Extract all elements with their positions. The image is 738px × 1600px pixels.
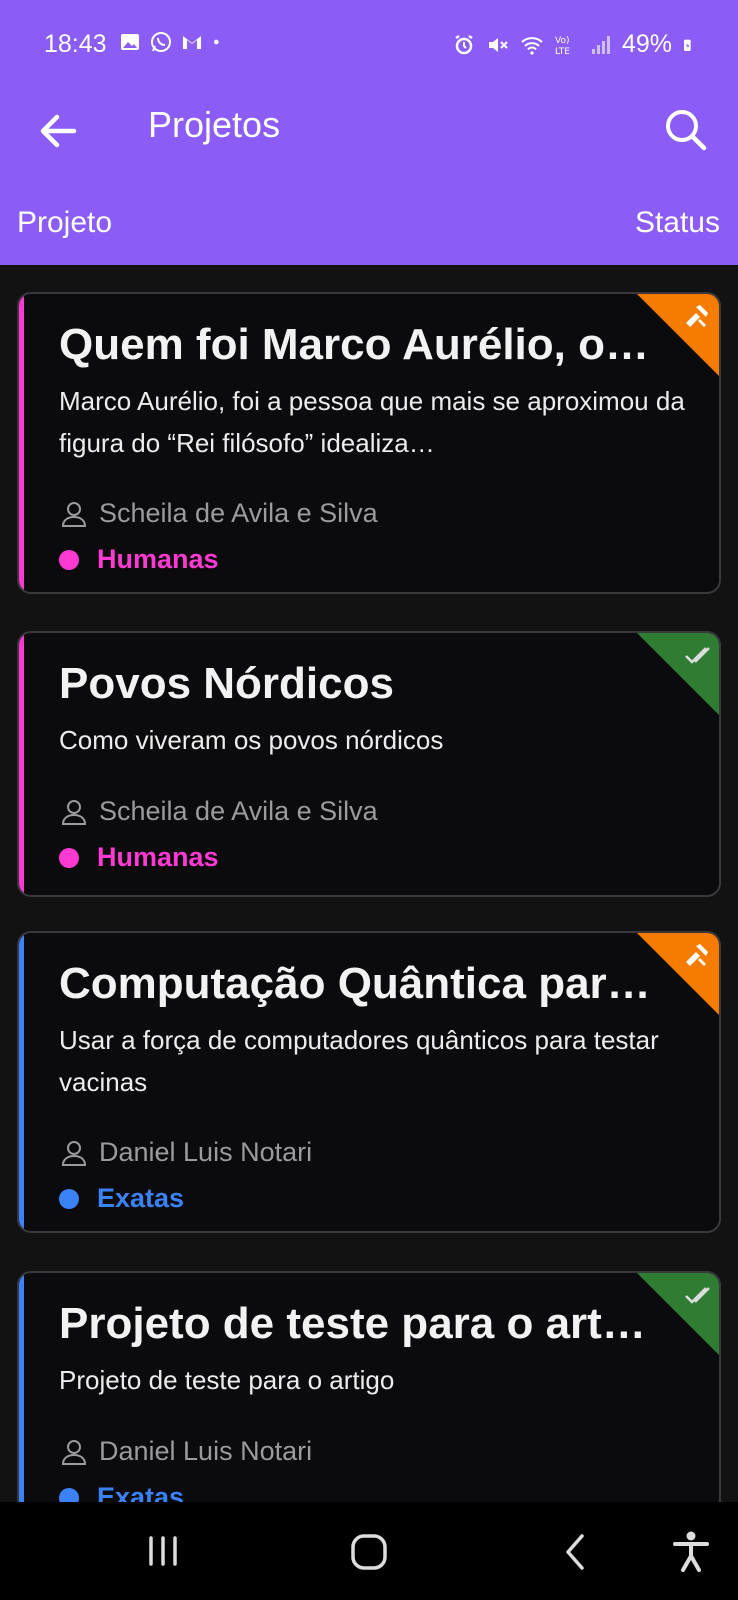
project-area-row: Humanas bbox=[59, 842, 219, 873]
mute-icon bbox=[488, 37, 508, 52]
area-dot-icon bbox=[59, 847, 79, 868]
svg-text:Vo): Vo) bbox=[555, 36, 569, 46]
project-title: Povos Nórdicos bbox=[59, 659, 394, 708]
project-description: Marco Aurélio, foi a pessoa que mais se … bbox=[59, 386, 685, 458]
app-bar: Projetos Projeto Status bbox=[0, 84, 738, 265]
area-accent-bar bbox=[19, 1273, 24, 1502]
project-area: Humanas bbox=[97, 544, 219, 574]
status-bar: 18:43 Vo) LTE 49% bbox=[0, 0, 738, 84]
project-author-row: Daniel Luis Notari bbox=[59, 1137, 312, 1168]
project-title: Quem foi Marco Aurélio, o… bbox=[59, 320, 649, 369]
project-area-row: Exatas bbox=[59, 1482, 184, 1502]
wifi-icon bbox=[521, 36, 543, 55]
area-accent-bar bbox=[19, 933, 24, 1231]
home-icon[interactable] bbox=[343, 1526, 395, 1578]
project-description: Projeto de teste para o artigo bbox=[59, 1365, 395, 1395]
project-area-row: Humanas bbox=[59, 544, 219, 575]
area-dot-icon bbox=[59, 1487, 79, 1502]
back-arrow-icon[interactable] bbox=[34, 106, 84, 156]
gallery-icon bbox=[121, 34, 139, 50]
signal-icon bbox=[591, 35, 610, 54]
project-area-row: Exatas bbox=[59, 1183, 184, 1214]
project-description: Usar a força de computadores quânticos p… bbox=[59, 1025, 659, 1097]
project-card[interactable]: Projeto de teste para o art… Projeto de … bbox=[17, 1271, 721, 1502]
battery-charging-icon bbox=[684, 39, 691, 51]
recent-apps-icon[interactable] bbox=[137, 1526, 189, 1578]
gmail-icon bbox=[183, 36, 201, 49]
project-author: Daniel Luis Notari bbox=[99, 1436, 313, 1466]
back-nav-icon[interactable] bbox=[550, 1526, 602, 1578]
project-card[interactable]: Computação Quântica par… Usar a força de… bbox=[17, 931, 721, 1233]
project-title: Projeto de teste para o art… bbox=[59, 1299, 646, 1348]
project-author-row: Daniel Luis Notari bbox=[59, 1436, 312, 1467]
area-accent-bar bbox=[19, 294, 24, 592]
accessibility-icon[interactable] bbox=[665, 1526, 717, 1578]
project-author-row: Scheila de Avila e Silva bbox=[59, 796, 378, 827]
area-accent-bar bbox=[19, 633, 24, 895]
project-author: Scheila de Avila e Silva bbox=[99, 498, 378, 528]
notification-icons bbox=[118, 30, 227, 54]
column-header-status[interactable]: Status bbox=[635, 206, 720, 240]
project-card[interactable]: Quem foi Marco Aurélio, o… Marco Aurélio… bbox=[17, 292, 721, 594]
column-header-project[interactable]: Projeto bbox=[17, 206, 112, 240]
person-icon bbox=[61, 1140, 87, 1166]
project-area: Exatas bbox=[97, 1482, 185, 1502]
area-dot-icon bbox=[59, 549, 79, 570]
person-icon bbox=[61, 1439, 87, 1465]
battery-level: 49% bbox=[621, 30, 672, 58]
project-area: Humanas bbox=[97, 842, 219, 872]
project-author-row: Scheila de Avila e Silva bbox=[59, 498, 378, 529]
project-title: Computação Quântica par… bbox=[59, 959, 651, 1008]
project-area: Exatas bbox=[97, 1183, 185, 1213]
project-author: Scheila de Avila e Silva bbox=[99, 796, 378, 826]
alarm-icon bbox=[455, 34, 473, 54]
project-card[interactable]: Povos Nórdicos Como viveram os povos nór… bbox=[17, 631, 721, 897]
project-list[interactable]: Quem foi Marco Aurélio, o… Marco Aurélio… bbox=[0, 265, 738, 1502]
dot-icon bbox=[214, 39, 219, 45]
project-author: Daniel Luis Notari bbox=[99, 1137, 313, 1167]
system-navigation-bar bbox=[0, 1502, 738, 1600]
whatsapp-icon bbox=[151, 32, 171, 52]
area-dot-icon bbox=[59, 1188, 79, 1209]
system-icons: Vo) LTE 49% bbox=[452, 30, 698, 59]
project-description: Como viveram os povos nórdicos bbox=[59, 725, 444, 755]
search-icon[interactable] bbox=[660, 104, 712, 156]
page-title: Projetos bbox=[148, 104, 281, 145]
volte-icon: Vo)LTE bbox=[555, 36, 570, 57]
status-time: 18:43 bbox=[44, 30, 107, 58]
svg-text:LTE: LTE bbox=[555, 47, 570, 57]
person-icon bbox=[61, 799, 87, 825]
person-icon bbox=[61, 501, 87, 527]
